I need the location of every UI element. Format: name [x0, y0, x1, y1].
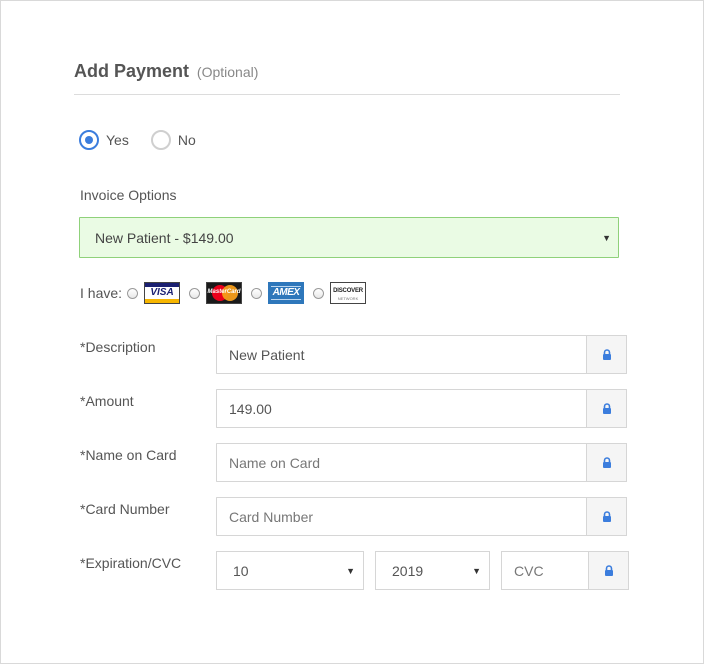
description-input[interactable] [216, 335, 586, 374]
card-number-input[interactable] [216, 497, 586, 536]
invoice-selected-value: New Patient - $149.00 [95, 229, 234, 246]
lock-icon [588, 551, 629, 590]
expiration-year-select[interactable]: 2019 ▼ [375, 551, 490, 590]
optional-note: (Optional) [196, 64, 259, 80]
lock-icon [586, 443, 627, 482]
invoice-options-select[interactable]: New Patient - $149.00 ▼ [79, 217, 619, 258]
expiration-group: 10 ▼ 2019 ▼ [216, 551, 629, 590]
cvc-group [501, 551, 629, 590]
description-label: *Description [80, 339, 156, 355]
invoice-options-label: Invoice Options [80, 187, 177, 203]
discover-logo-icon: DISCOVER NETWORK [330, 282, 367, 304]
card-type-selector: I have: VISA MasterCard AMEX DISCOVER NE… [80, 282, 375, 304]
name-on-card-label: *Name on Card [80, 447, 177, 463]
lock-icon [586, 497, 627, 536]
radio-card-amex[interactable] [251, 287, 263, 299]
amount-group [216, 389, 627, 428]
card-number-group [216, 497, 627, 536]
amount-input[interactable] [216, 389, 586, 428]
visa-logo-icon: VISA [144, 282, 181, 304]
card-number-label: *Card Number [80, 501, 170, 517]
radio-no[interactable] [150, 130, 171, 150]
caret-down-icon: ▼ [472, 565, 481, 576]
caret-down-icon: ▼ [602, 232, 611, 243]
add-payment-toggle: Yes No [79, 130, 218, 150]
page-title: Add Payment [74, 61, 190, 81]
cvc-input[interactable] [501, 551, 588, 590]
radio-card-discover[interactable] [313, 287, 325, 299]
lock-icon [586, 389, 627, 428]
radio-card-mastercard[interactable] [189, 287, 201, 299]
expiration-label: *Expiration/CVC [80, 555, 182, 571]
expiration-month-value: 10 [233, 562, 249, 579]
amount-label: *Amount [80, 393, 134, 409]
radio-card-visa[interactable] [127, 287, 139, 299]
section-header: Add Payment (Optional) [74, 61, 620, 95]
payment-panel: Add Payment (Optional) Yes No Invoice Op… [0, 0, 704, 664]
radio-yes-label: Yes [106, 132, 129, 148]
mastercard-logo-icon: MasterCard [206, 282, 243, 304]
caret-down-icon: ▼ [346, 565, 355, 576]
radio-yes[interactable] [79, 130, 99, 150]
lock-icon [586, 335, 627, 374]
expiration-month-select[interactable]: 10 ▼ [216, 551, 364, 590]
expiration-year-value: 2019 [392, 562, 424, 579]
description-group [216, 335, 627, 374]
name-on-card-input[interactable] [216, 443, 586, 482]
card-type-label: I have: [80, 285, 123, 301]
amex-logo-icon: AMEX [268, 282, 305, 304]
radio-no-label: No [177, 132, 196, 148]
name-on-card-group [216, 443, 627, 482]
